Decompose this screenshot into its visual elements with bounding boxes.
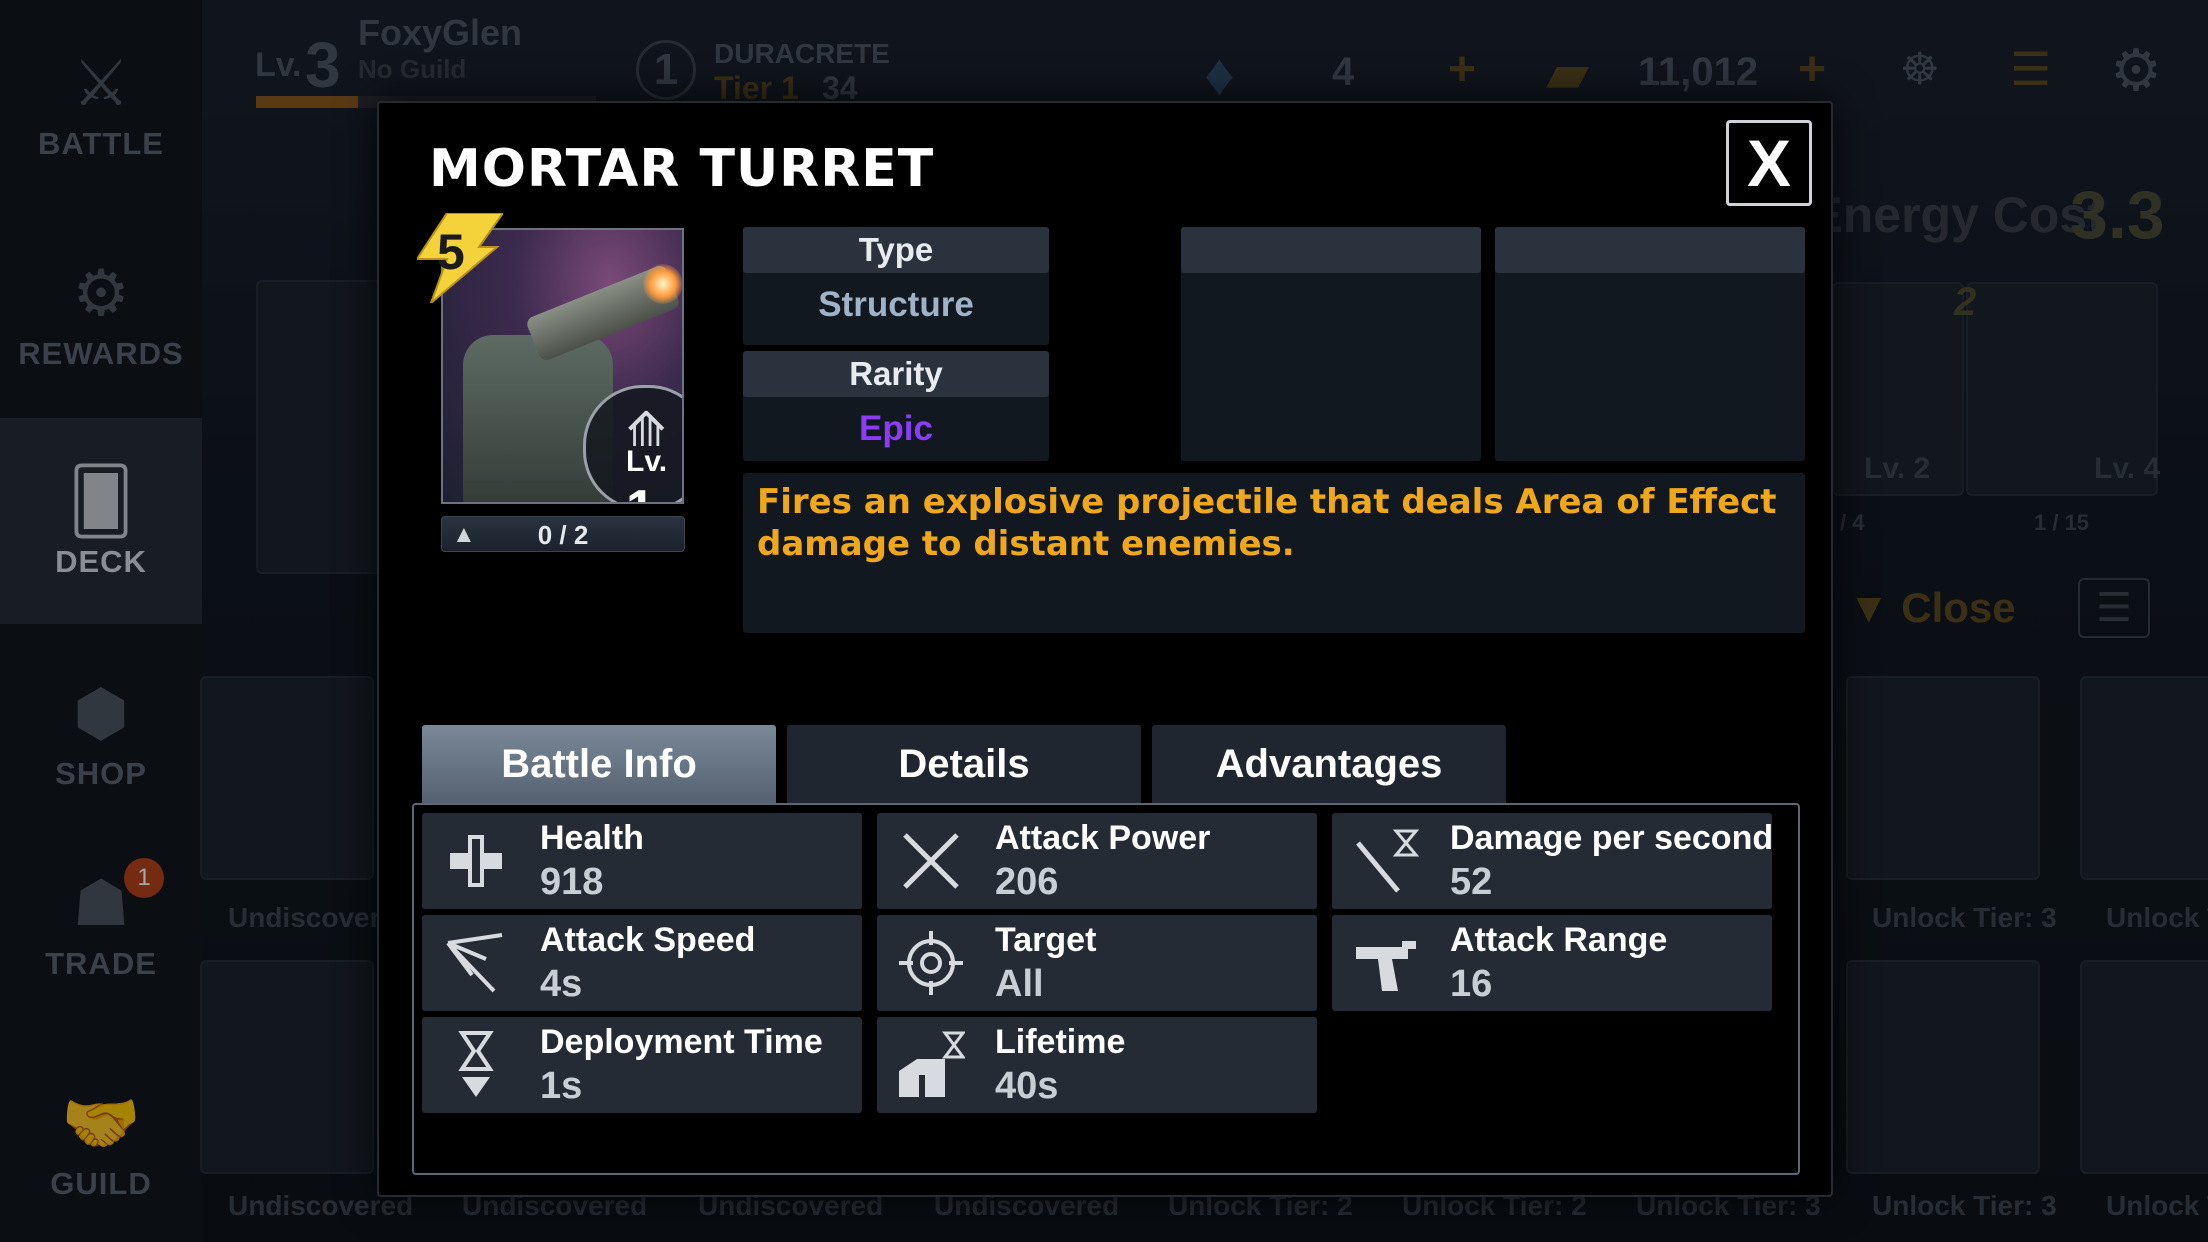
- stat-target: Target All: [877, 915, 1317, 1011]
- stat-label: Attack Speed: [540, 921, 756, 959]
- muzzle-flash-illustration: [643, 264, 682, 304]
- speed-claw-icon: [446, 933, 503, 993]
- stat-deployment-time: Deployment Time 1s: [422, 1017, 862, 1113]
- empty-info-header: [1495, 227, 1805, 273]
- stat-attack-range: Attack Range 16: [1332, 915, 1772, 1011]
- hourglass-down-icon: [458, 1031, 494, 1097]
- stat-value: 16: [1450, 963, 1493, 1005]
- stat-value: 40s: [995, 1065, 1059, 1107]
- stat-value: 206: [995, 861, 1059, 903]
- stat-label: Damage per second: [1450, 819, 1774, 857]
- card-level: Lv. 1: [626, 445, 682, 502]
- type-value: Structure: [818, 285, 974, 324]
- stat-attack-speed: Attack Speed 4s: [422, 915, 862, 1011]
- stat-label: Attack Power: [995, 819, 1211, 857]
- stat-value: 52: [1450, 861, 1493, 903]
- close-button[interactable]: X: [1726, 120, 1812, 206]
- stat-damage-per-second: Damage per second 52: [1332, 813, 1774, 909]
- tab-details[interactable]: Details: [787, 725, 1141, 803]
- rarity-value: Epic: [859, 409, 933, 448]
- card-energy-cost: 5: [437, 224, 465, 280]
- modal-title: MORTAR TURRET: [429, 139, 935, 199]
- stat-health: Health 918: [422, 813, 862, 909]
- stat-label: Target: [995, 921, 1097, 959]
- tab-advantages[interactable]: Advantages: [1152, 725, 1506, 803]
- battle-info-panel: Health 918 Attack Power 206 Damage per s…: [412, 803, 1800, 1175]
- stat-attack-power: Attack Power 206: [877, 813, 1317, 909]
- stat-lifetime: Lifetime 40s: [877, 1017, 1317, 1113]
- crossed-swords-icon: [903, 833, 959, 889]
- health-cross-icon: [450, 835, 502, 887]
- rarity-header: Rarity: [743, 351, 1049, 397]
- lifetime-structure-icon: [899, 1031, 965, 1097]
- crosshair-icon: [899, 931, 963, 995]
- stat-label: Lifetime: [995, 1023, 1126, 1061]
- stat-label: Attack Range: [1450, 921, 1668, 959]
- stat-value: 918: [540, 861, 604, 903]
- card-level-number: 1: [626, 480, 655, 502]
- card-upgrade-progress: ▲ 0 / 2: [441, 516, 685, 552]
- card-level-prefix: Lv.: [626, 445, 668, 478]
- blaster-icon: [1356, 941, 1416, 991]
- stat-label: Deployment Time: [540, 1023, 823, 1061]
- sword-hourglass-icon: [1356, 829, 1420, 893]
- stat-value: 4s: [540, 963, 583, 1005]
- card-info-modal: MORTAR TURRET X ⟰ Lv. 1 5 ▲ 0 / 2 Type S…: [377, 101, 1833, 1197]
- card-description: Fires an explosive projectile that deals…: [757, 482, 1777, 564]
- stat-label: Health: [540, 819, 644, 857]
- type-header: Type: [743, 227, 1049, 273]
- empty-info-header: [1181, 227, 1481, 273]
- card-progress-count: 0 / 2: [537, 520, 589, 550]
- tab-battle-info[interactable]: Battle Info: [422, 725, 776, 803]
- stat-value: All: [995, 963, 1044, 1005]
- stat-value: 1s: [540, 1065, 583, 1107]
- description-panel: Fires an explosive projectile that deals…: [743, 473, 1805, 633]
